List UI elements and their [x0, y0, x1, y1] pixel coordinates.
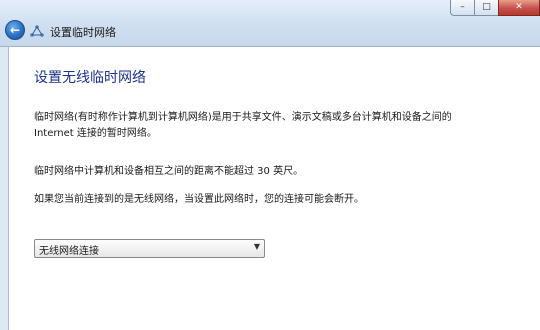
connection-select-value: 无线网络连接 — [39, 246, 99, 257]
distance-note: 临时网络中计算机和设备相互之间的距离不能超过 30 英尺。 — [34, 166, 304, 177]
window-title: 设置临时网络 — [50, 26, 116, 39]
close-button[interactable]: ✕ — [498, 0, 540, 16]
maximize-button[interactable]: □ — [474, 0, 498, 16]
description-paragraph: 临时网络(有时称作计算机到计算机网络)是用于共享文件、演示文稿或多台计算机和设备… — [34, 112, 452, 139]
disconnect-warning: 如果您当前连接到的是无线网络，当设置此网络时，您的连接可能会断开。 — [34, 194, 364, 205]
window-controls: – □ ✕ — [450, 0, 540, 16]
chevron-down-icon[interactable]: ▼ — [254, 242, 260, 251]
back-arrow-icon: ← — [9, 23, 21, 37]
back-button[interactable]: ← — [5, 20, 25, 40]
network-icon — [30, 25, 44, 37]
connection-select[interactable]: 无线网络连接 ▼ — [34, 239, 265, 258]
title-bar: ← 设置临时网络 – □ ✕ — [0, 0, 540, 47]
wizard-content: 设置无线临时网络 临时网络(有时称作计算机到计算机网络)是用于共享文件、演示文稿… — [8, 47, 540, 330]
minimize-button[interactable]: – — [450, 0, 474, 16]
page-heading: 设置无线临时网络 — [34, 70, 146, 86]
